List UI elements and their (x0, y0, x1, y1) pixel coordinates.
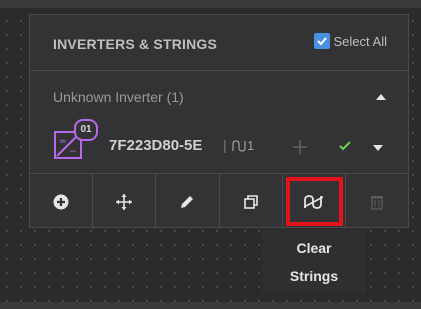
strings-icon (232, 140, 246, 152)
move-button[interactable] (93, 174, 157, 229)
svg-text:≃: ≃ (59, 137, 67, 147)
delete-button[interactable] (346, 174, 408, 229)
select-all-checkbox[interactable] (313, 33, 330, 49)
edit-icon (181, 195, 194, 208)
inverter-group-label[interactable]: Unknown Inverter (1) (53, 89, 184, 105)
panel-title: INVERTERS & STRINGS (53, 36, 218, 52)
top-frame-edge (0, 0, 421, 8)
chevron-down-icon[interactable] (372, 144, 384, 152)
clear-strings-tooltip: Clear Strings (262, 230, 366, 294)
inverter-separator: | (223, 137, 227, 153)
move-icon[interactable] (292, 139, 308, 155)
bottom-frame-edge (0, 302, 421, 309)
edit-button[interactable] (156, 174, 220, 229)
panel-header: INVERTERS & STRINGS Select All (30, 15, 408, 71)
delete-icon (370, 195, 383, 210)
select-all-control[interactable]: Select All (313, 33, 387, 49)
checkmark-icon (339, 141, 351, 151)
clear-strings-button[interactable] (283, 174, 346, 229)
string-count: 1 (247, 138, 255, 153)
tooltip-line-2: Strings (289, 268, 339, 284)
add-button[interactable] (30, 174, 94, 229)
add-icon (53, 194, 69, 209)
select-all-label: Select All (333, 33, 387, 49)
panel-toolbar (30, 173, 408, 229)
svg-text:−: − (69, 147, 77, 157)
inverter-name: 7F223D80-5E (109, 137, 203, 154)
tooltip-line-1: Clear (296, 240, 332, 256)
duplicate-icon (243, 194, 258, 209)
clear-strings-icon (303, 194, 324, 209)
inverter-row[interactable]: ≃ − 01 7F223D80-5E | 1 (30, 117, 408, 167)
duplicate-button[interactable] (220, 174, 283, 229)
inverters-strings-panel: INVERTERS & STRINGS Select All Unknown I… (29, 14, 409, 229)
move-icon (116, 193, 133, 210)
checkmark-icon (316, 37, 327, 46)
inverter-number-badge: 01 (74, 119, 98, 141)
chevron-up-icon[interactable] (375, 93, 387, 101)
